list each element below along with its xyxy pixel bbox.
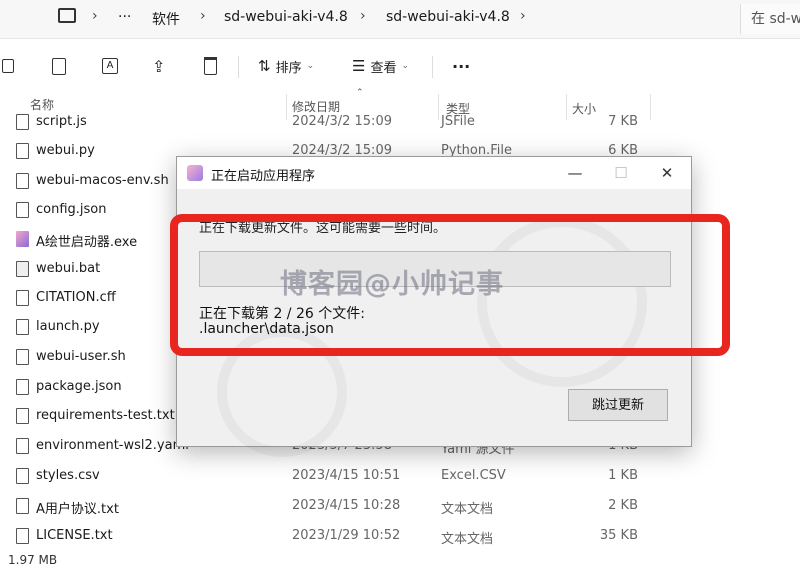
file-name: LICENSE.txt [36,528,113,543]
share-icon: ⇪ [152,56,166,76]
file-name: package.json [36,379,122,394]
cut-button[interactable] [2,54,14,78]
file-file-icon [16,438,29,454]
file-date: 2023/4/15 10:51 [292,468,401,483]
file-type: 文本文档 [441,502,494,517]
rename-button[interactable]: A [102,54,118,78]
delete-button[interactable] [204,54,217,78]
copy-button[interactable] [52,54,66,78]
dialog-titlebar[interactable]: 正在启动应用程序 — ☐ ✕ [177,157,691,189]
toolbar-divider [432,56,433,78]
file-name: A用户协议.txt [36,502,119,517]
close-button[interactable]: ✕ [645,161,689,185]
file-name: webui.bat [36,261,101,276]
file-file-icon [16,143,29,159]
breadcrumb-sd-webui-1[interactable]: sd-webui-aki-v4.8 [224,9,348,25]
maximize-button[interactable]: ☐ [599,161,643,185]
file-file-icon [16,202,29,218]
file-file-icon [16,319,29,335]
file-date: 2024/3/2 15:09 [292,114,392,129]
file-size: 2 KB [608,498,638,513]
file-file-icon [16,379,29,395]
file-name: requirements-test.txt [36,408,175,423]
more-options-button[interactable]: ··· [452,54,470,78]
dialog-title: 正在启动应用程序 [211,169,316,184]
view-label: 查看 [370,60,397,76]
file-date: 2023/1/29 10:52 [292,528,401,543]
file-size: 7 KB [608,114,638,129]
skip-update-button[interactable]: 跳过更新 [568,389,668,421]
file-file-icon [16,114,29,130]
file-type: 文本文档 [441,532,494,547]
file-name: launch.py [36,319,100,334]
watermark: 博客园@小帅记事 [280,269,504,300]
exe-file-icon [16,231,29,247]
text-file-icon [16,498,29,514]
toolbar: A ⇪ ⇅ 排序 ⌄ ☰ 查看 ⌄ ··· [0,42,800,92]
file-row[interactable]: script.js 2024/3/2 15:09 JSFile 7 KB [0,108,800,137]
file-file-icon [16,290,29,306]
file-type: Excel.CSV [441,468,506,483]
view-icon: ☰ [352,57,366,75]
minimize-button[interactable]: — [553,161,597,185]
chevron-right-icon: › [92,8,98,24]
cut-icon [2,59,14,73]
sort-button[interactable]: ⇅ 排序 ⌄ [258,54,314,78]
file-row[interactable]: styles.csv 2023/4/15 10:51 Excel.CSV 1 KB [0,462,800,491]
toolbar-divider [238,56,239,78]
breadcrumb-sd-webui-2[interactable]: sd-webui-aki-v4.8 [386,9,510,25]
file-date: 2023/4/15 10:28 [292,498,401,513]
chevron-right-icon[interactable]: › [520,8,526,24]
view-button[interactable]: ☰ 查看 ⌄ [352,54,409,78]
trash-icon [204,57,217,75]
file-row[interactable]: LICENSE.txt 2023/1/29 10:52 文本文档 35 KB [0,522,800,551]
chevron-right-icon: › [360,8,366,24]
script-file-icon [16,173,29,189]
search-input[interactable]: 在 sd-web [740,4,800,34]
share-button[interactable]: ⇪ [152,54,165,78]
copy-icon [52,57,66,75]
file-row[interactable]: A用户协议.txt 2023/4/15 10:28 文本文档 2 KB [0,492,800,521]
file-name: webui.py [36,143,95,158]
status-selection-size: 1.97 MB [8,553,58,567]
sort-icon: ⇅ [258,57,271,75]
file-name: config.json [36,202,107,217]
sort-label: 排序 [275,60,302,76]
file-file-icon [16,468,29,484]
breadcrumb-more[interactable]: ··· [118,9,131,25]
file-size: 35 KB [599,528,638,543]
file-name: styles.csv [36,468,100,483]
file-name: webui-macos-env.sh [36,173,169,188]
file-name: CITATION.cff [36,290,116,305]
file-name: environment-wsl2.yaml [36,438,189,453]
chevron-down-icon: ⌄ [306,61,315,71]
chevron-down-icon: ⌄ [401,61,410,71]
file-type: JSFile [441,114,475,129]
sort-caret-icon: ⌃ [356,88,364,98]
rename-icon: A [102,58,118,74]
bat-file-icon [16,261,29,277]
file-name: script.js [36,114,87,129]
file-name: A绘世启动器.exe [36,235,138,250]
file-size: 1 KB [608,468,638,483]
script-file-icon [16,349,29,365]
breadcrumb-software[interactable]: 软件 [152,9,180,29]
address-bar: › ··· 软件 › sd-webui-aki-v4.8 › sd-webui-… [0,0,800,39]
chevron-right-icon: › [200,8,206,24]
app-icon [187,165,203,181]
text-file-icon [16,408,29,424]
monitor-icon[interactable] [58,8,76,23]
file-name: webui-user.sh [36,349,126,364]
text-file-icon [16,528,29,544]
